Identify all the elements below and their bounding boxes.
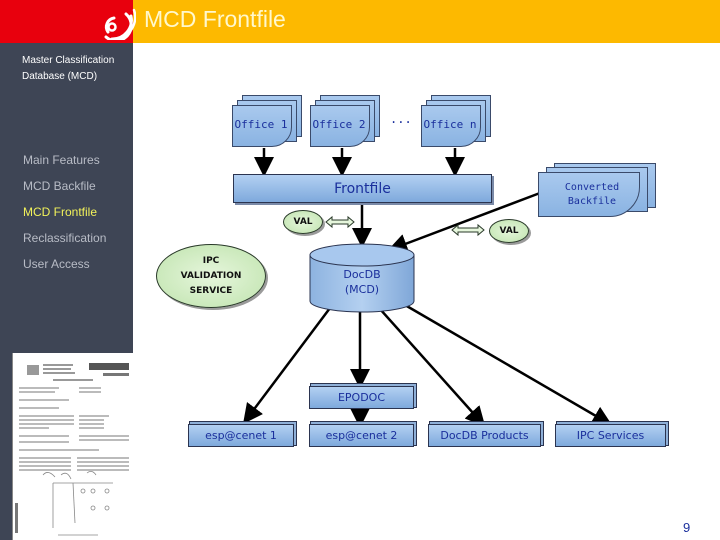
epodoc-box: EPODOC [309,386,414,409]
office-1-stack: Office 1 [232,95,307,150]
ipc-validation-label-3: SERVICE [189,285,233,296]
office-2-stack: Office 2 [310,95,385,150]
ipc-validation-label-1: IPC [202,255,220,266]
val-left-double-arrow [325,215,355,229]
office-n-label: Office n [423,118,477,131]
docdb-label-2: (MCD) [344,283,380,296]
val-right-double-arrow [451,223,485,237]
espacenet-1-box: esp@cenet 1 [188,424,294,447]
docdb-products-box: DocDB Products [428,424,541,447]
val-right-oval: VAL [489,219,529,243]
val-left-oval: VAL [283,210,323,234]
ipc-validation-label-2: VALIDATION [180,270,242,281]
converted-backfile-label-1: Converted [564,182,620,193]
espacenet-2-box: esp@cenet 2 [309,424,414,447]
converted-backfile-label-2: Backfile [567,196,617,207]
office-1-label: Office 1 [234,118,288,131]
frontfile-box: Frontfile [233,174,492,203]
office-n-stack: Office n [421,95,496,150]
arrow-docdb-ipc-services [404,303,613,426]
office-2-label: Office 2 [312,118,366,131]
page-number: 9 [683,520,691,535]
ipc-validation-service-oval: IPC VALIDATION SERVICE [156,244,266,308]
converted-backfile-stack: Converted Backfile [538,163,658,223]
docdb-label-1: DocDB [343,268,381,281]
offices-ellipsis: ... [390,112,412,126]
ipc-services-box: IPC Services [555,424,666,447]
